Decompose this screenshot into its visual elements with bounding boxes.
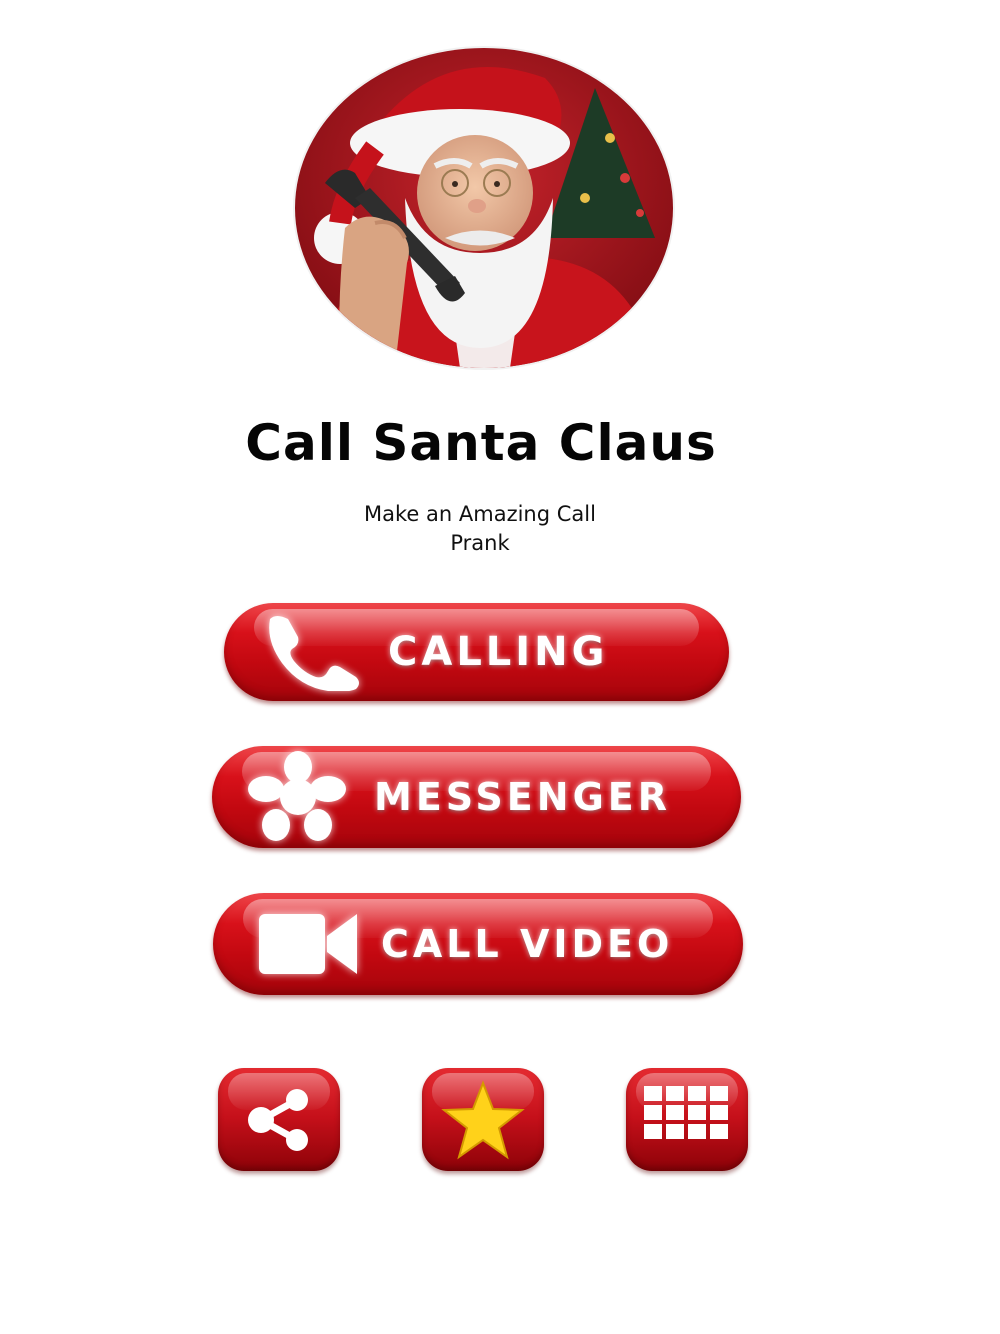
video-camera-icon bbox=[259, 914, 357, 974]
calling-label: CALLING bbox=[388, 629, 609, 675]
app-title: Call Santa Claus bbox=[245, 414, 717, 472]
messenger-label: MESSENGER bbox=[374, 775, 671, 819]
santa-avatar bbox=[295, 48, 673, 368]
star-icon bbox=[441, 1079, 525, 1159]
share-icon bbox=[248, 1088, 308, 1151]
app-screen: Call Santa Claus Make an Amazing Call Pr… bbox=[0, 0, 1000, 1334]
rate-button[interactable] bbox=[422, 1068, 544, 1171]
more-apps-button[interactable] bbox=[626, 1068, 748, 1171]
call-video-button[interactable]: CALL VIDEO bbox=[213, 893, 743, 995]
flower-chat-icon bbox=[248, 751, 346, 841]
messenger-button[interactable]: MESSENGER bbox=[212, 746, 741, 848]
subtitle-line-2: Prank bbox=[450, 531, 510, 555]
app-subtitle: Make an Amazing Call Prank bbox=[330, 500, 630, 558]
share-button[interactable] bbox=[218, 1068, 340, 1171]
subtitle-line-1: Make an Amazing Call bbox=[364, 502, 596, 526]
phone-icon bbox=[269, 616, 359, 691]
calling-button[interactable]: CALLING bbox=[224, 603, 729, 701]
grid-icon bbox=[644, 1085, 728, 1139]
call-video-label: CALL VIDEO bbox=[381, 922, 674, 966]
santa-photo-icon bbox=[295, 48, 673, 368]
